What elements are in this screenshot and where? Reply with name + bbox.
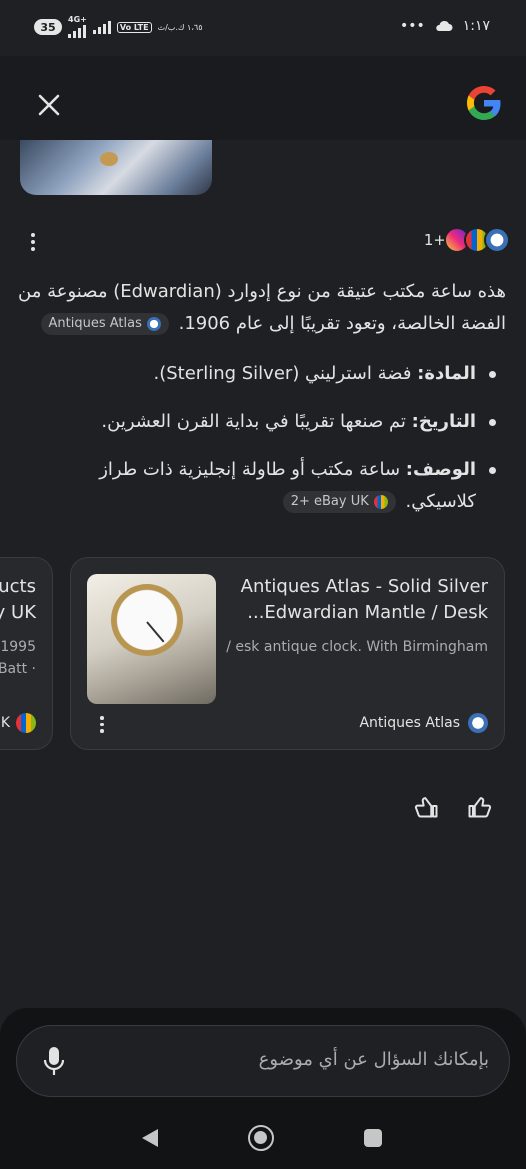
notification-dots: ••• <box>399 18 425 34</box>
close-icon <box>38 94 60 116</box>
thumbs-down-icon[interactable] <box>412 792 440 820</box>
antiques-atlas-icon <box>146 317 161 331</box>
cloud-icon <box>435 20 453 31</box>
card-desc-line: Batt · <box>0 661 36 677</box>
status-right: ••• ١:١٧ <box>400 18 490 34</box>
answer-points: المادة: فضة استرليني (Sterling Silver). … <box>28 358 498 534</box>
card-thumbnail <box>87 574 216 704</box>
card-description: 1995 Batt · <box>0 636 36 680</box>
point-text: فضة استرليني (Sterling Silver). <box>153 363 418 384</box>
source-card-partial[interactable]: ucts y UK 1995 Batt · K <box>0 557 53 750</box>
card-desc-line: 1995 <box>0 639 36 655</box>
ask-input[interactable]: بإمكانك السؤال عن أي موضوع <box>16 1025 510 1097</box>
card-title-line: ucts <box>0 576 36 597</box>
ebay-icon <box>373 495 388 509</box>
close-button[interactable] <box>30 86 68 124</box>
system-navbar <box>0 1110 526 1169</box>
source-chip-label: Antiques Atlas <box>48 316 142 331</box>
signal-icon-2 <box>92 20 111 34</box>
card-menu-button[interactable] <box>97 716 107 734</box>
top-bar <box>0 56 526 140</box>
signal-icon <box>68 24 87 38</box>
antiques-atlas-icon <box>484 227 510 253</box>
mic-icon[interactable] <box>43 1046 65 1076</box>
sources-button[interactable]: 1+ <box>424 227 510 253</box>
card-source: Antiques Atlas <box>359 713 488 733</box>
network-speed: ١،٦٥ ك.ب/ث <box>157 22 203 32</box>
status-bar: 35 4G+ Vo LTE ١،٦٥ ك.ب/ث ••• ١:١٧ <box>0 0 526 56</box>
card-title: Antiques Atlas - Solid Silver Edwardian … <box>240 576 488 623</box>
recents-icon[interactable] <box>364 1129 382 1147</box>
battery-indicator: 35 <box>34 19 62 35</box>
source-chip-label: 2+ eBay UK <box>290 494 369 509</box>
answer-menu-button[interactable] <box>24 230 42 254</box>
thumbs-up-icon[interactable] <box>466 792 494 820</box>
card-source-label: Antiques Atlas <box>359 715 460 731</box>
source-chip[interactable]: 2+ eBay UK <box>282 491 396 513</box>
sources-count: 1+ <box>423 231 446 249</box>
result-image[interactable] <box>20 140 212 195</box>
list-item: المادة: فضة استرليني (Sterling Silver). <box>28 358 498 390</box>
status-left: 35 4G+ Vo LTE ١،٦٥ ك.ب/ث <box>34 16 203 38</box>
source-chip[interactable]: Antiques Atlas <box>40 313 169 335</box>
ebay-icon <box>16 713 36 733</box>
card-title: ucts y UK <box>0 574 36 626</box>
card-title-line: y UK <box>0 602 36 623</box>
network-type: 4G+ <box>68 15 87 24</box>
card-description: A very nice Edwardian Silver Mantle / es… <box>226 639 488 655</box>
source-card[interactable]: Antiques Atlas - Solid Silver Edwardian … <box>70 557 505 750</box>
answer-paragraph: هذه ساعة مكتب عتيقة من نوع إدوارد (Edwar… <box>16 276 506 340</box>
list-item: التاريخ: تم صنعها تقريبًا في بداية القرن… <box>28 406 498 438</box>
home-icon[interactable] <box>248 1125 274 1151</box>
point-label: الوصف: <box>405 459 476 480</box>
point-text: تم صنعها تقريبًا في بداية القرن العشرين. <box>101 411 412 432</box>
ask-placeholder: بإمكانك السؤال عن أي موضوع <box>258 1049 489 1070</box>
point-label: التاريخ: <box>411 411 476 432</box>
antiques-atlas-icon <box>468 713 488 733</box>
clock-time: ١:١٧ <box>462 18 490 34</box>
signal-group-1: 4G+ <box>68 16 87 38</box>
list-item: الوصف: ساعة مكتب أو طاولة إنجليزية ذات ط… <box>28 454 498 518</box>
point-label: المادة: <box>417 363 476 384</box>
google-logo-icon[interactable] <box>464 83 504 123</box>
back-icon[interactable] <box>140 1127 160 1149</box>
clock-image <box>111 584 183 656</box>
card-source-label: K <box>0 715 10 731</box>
volte-badge: Vo LTE <box>116 21 152 33</box>
card-source: K <box>1 713 36 733</box>
